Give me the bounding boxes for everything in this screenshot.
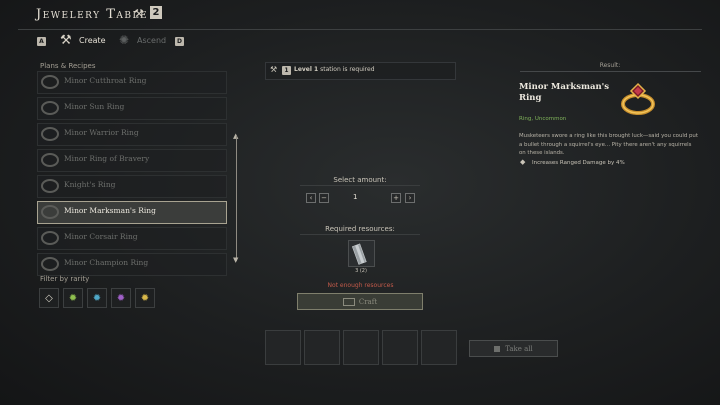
increase-amount-button[interactable]: + [391, 193, 401, 203]
output-slot[interactable] [382, 330, 418, 365]
output-slot[interactable] [421, 330, 457, 365]
decrease-amount-button[interactable]: − [319, 193, 329, 203]
hammer-icon: ⚒ [60, 33, 72, 48]
ring-icon [41, 75, 59, 89]
amount-value: 1 [353, 193, 358, 201]
tab-create[interactable]: Create [79, 36, 106, 45]
plans-label: Plans & Recipes [40, 62, 96, 70]
plan-item[interactable]: Minor Ring of Bravery [37, 149, 227, 172]
filter-uncommon[interactable]: ✹ [63, 288, 83, 308]
result-item-type: Ring, Uncommon [519, 116, 567, 122]
plan-item-label: Minor Cutthroat Ring [64, 76, 147, 85]
ring-icon [41, 153, 59, 167]
page-title: Jewelery Table [36, 7, 149, 22]
resource-warning: Not enough resources [327, 282, 394, 289]
resource-count: 3 (2) [355, 268, 367, 274]
result-label: Result: [599, 62, 621, 69]
station-level-badge: 2 [150, 6, 162, 19]
ring-icon [41, 101, 59, 115]
max-amount-button[interactable]: › [405, 193, 415, 203]
amount-label: Select amount: [333, 176, 387, 184]
resources-divider [300, 234, 420, 235]
ring-icon [41, 231, 59, 245]
ring-icon [41, 257, 59, 271]
filter-common[interactable]: ◇ [39, 288, 59, 308]
result-item-name: Minor Marksman's Ring [519, 82, 610, 103]
anvil-icon: ⚒ [134, 7, 144, 20]
output-slot[interactable] [343, 330, 379, 365]
scroll-down-icon[interactable]: ▼ [233, 256, 238, 264]
plan-item[interactable]: Minor Corsair Ring [37, 227, 227, 250]
plan-item-label: Minor Sun Ring [64, 102, 125, 111]
filter-label: Filter by rarity [40, 275, 90, 283]
ring-icon [41, 205, 59, 219]
anvil-icon: ⚒ [270, 65, 278, 74]
rarity-gear-icon: ✹ [92, 292, 102, 304]
filter-rare[interactable]: ✹ [87, 288, 107, 308]
output-slot[interactable] [265, 330, 301, 365]
craft-label: Craft [358, 297, 378, 306]
plan-item-label: Minor Warrior Ring [64, 128, 139, 137]
plan-item[interactable]: Minor Champion Ring [37, 253, 227, 276]
take-all-button[interactable]: Take all [469, 340, 558, 357]
result-item-description: Musketeers swore a ring like this brough… [519, 133, 698, 156]
amount-divider [300, 185, 420, 186]
plan-item[interactable]: Minor Warrior Ring [37, 123, 227, 146]
station-level-badge: 1 [282, 66, 291, 75]
station-requirement-text: Level 1 station is required [294, 66, 375, 73]
plan-item-label: Minor Ring of Bravery [64, 154, 150, 163]
rarity-diamond-icon: ◇ [45, 292, 53, 304]
plans-scrollbar[interactable] [236, 135, 237, 261]
min-amount-button[interactable]: ‹ [306, 193, 316, 203]
resource-slot[interactable] [348, 240, 375, 267]
plan-item[interactable]: Minor Cutthroat Ring [37, 71, 227, 94]
output-slot[interactable] [304, 330, 340, 365]
ring-icon [615, 80, 661, 120]
rarity-gear-icon: ✹ [116, 292, 126, 304]
craft-button[interactable]: Craft [297, 293, 423, 310]
keyboard-key-icon [494, 345, 501, 352]
result-item-bonus: Increases Ranged Damage by 4% [532, 160, 625, 166]
station-rest-text: station is required [318, 66, 375, 73]
take-all-label: Take all [505, 344, 533, 353]
station-level-text: Level 1 [294, 66, 319, 73]
prev-tab-key[interactable]: A [37, 37, 46, 46]
plan-item-label: Knight's Ring [64, 180, 116, 189]
ring-icon [41, 179, 59, 193]
keyboard-key-icon [342, 297, 355, 306]
next-tab-key[interactable]: D [175, 37, 184, 46]
resources-label: Required resources: [325, 225, 395, 233]
plan-item[interactable]: Knight's Ring [37, 175, 227, 198]
rarity-gear-icon: ✹ [140, 292, 150, 304]
plans-list: Minor Cutthroat Ring Minor Sun Ring Minor … [37, 71, 227, 279]
diamond-bullet-icon: ◆ [520, 158, 526, 166]
tab-ascend[interactable]: Ascend [137, 36, 166, 45]
plan-item-label: Minor Corsair Ring [64, 232, 138, 241]
plan-item[interactable]: Minor Sun Ring [37, 97, 227, 120]
header-divider [18, 29, 702, 30]
filter-legendary[interactable]: ✹ [135, 288, 155, 308]
filter-epic[interactable]: ✹ [111, 288, 131, 308]
plan-item[interactable]: Minor Marksman's Ring [37, 201, 227, 224]
ring-icon [41, 127, 59, 141]
metal-bar-icon [351, 243, 367, 265]
rarity-gear-icon: ✹ [68, 292, 78, 304]
plan-item-label: Minor Champion Ring [64, 258, 149, 267]
ascend-sun-icon: ✺ [119, 33, 130, 47]
plan-item-label: Minor Marksman's Ring [64, 206, 156, 215]
